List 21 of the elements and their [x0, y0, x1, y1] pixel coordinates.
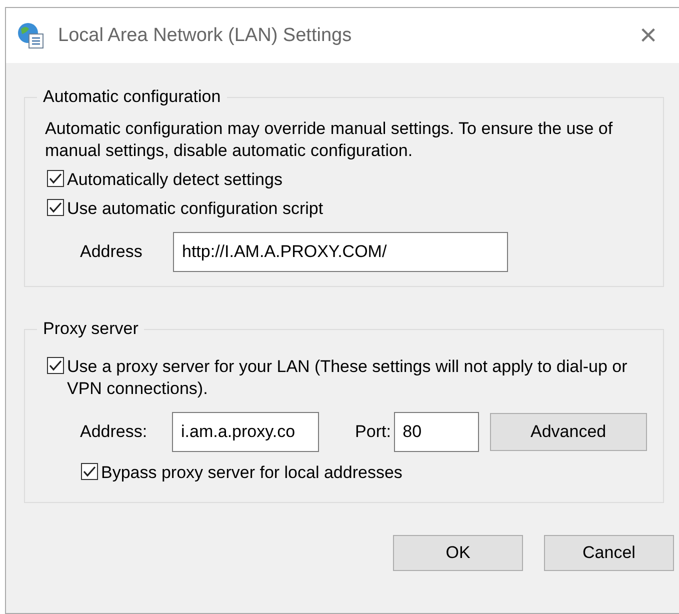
checkbox[interactable] [47, 357, 64, 374]
checkbox[interactable] [47, 199, 64, 216]
cancel-button[interactable]: Cancel [544, 535, 674, 571]
field-label: Address [80, 241, 144, 263]
checkbox-label[interactable]: Automatically detect settings [67, 169, 282, 191]
description-text: Automatic configuration may override manual settings. To ensure the use of manual settings, disable automatic configuration. [45, 118, 614, 162]
field-label: Port: [355, 421, 392, 443]
close-button[interactable]: × [639, 20, 657, 50]
advanced-button[interactable]: Advanced [490, 413, 647, 451]
checkbox-label[interactable]: Use a proxy server for your LAN (These settings will not apply to dial-up or VPN connections). [67, 356, 637, 400]
window-title: Local Area Network (LAN) Settings [58, 24, 352, 46]
network-settings-icon [16, 20, 46, 50]
address-field[interactable]: i.am.a.proxy.co [172, 412, 320, 452]
ok-button[interactable]: OK [393, 535, 523, 571]
address-field[interactable]: http://I.AM.A.PROXY.COM/ [173, 232, 508, 272]
field-label: Address: [80, 421, 148, 443]
checkbox-label[interactable]: Use automatic configuration script [67, 198, 324, 220]
checkbox-label[interactable]: Bypass proxy server for local addresses [101, 462, 402, 484]
checkbox[interactable] [47, 170, 64, 187]
checkbox[interactable] [81, 463, 98, 480]
port-field[interactable]: 80 [394, 412, 479, 452]
